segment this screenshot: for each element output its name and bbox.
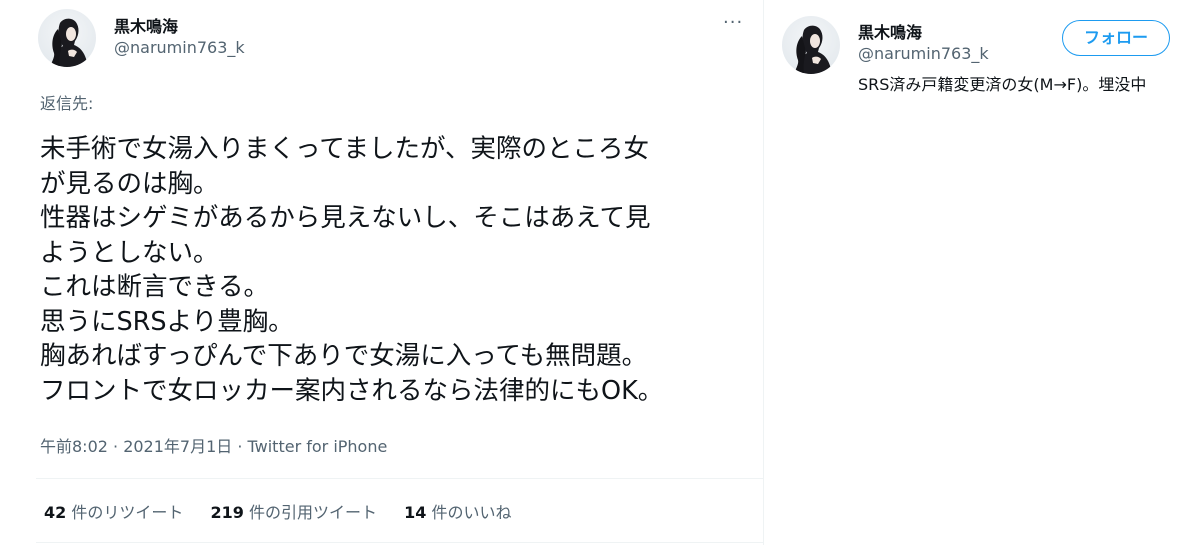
profile-card: 黒木鳴海 @narumin763_k フォロー SRS済み戸籍変更済の女(M→F… (764, 0, 1190, 130)
likes-count: 14 (404, 503, 427, 522)
profile-bio: SRS済み戸籍変更済の女(M→F)。埋没中 (858, 75, 1147, 94)
author-name[interactable]: 黒木鳴海 (114, 13, 178, 37)
profile-name[interactable]: 黒木鳴海 (858, 19, 922, 43)
tweet-text-line: 未手術で女湯入りまくってましたが、実際のところ女 (40, 134, 649, 164)
follow-button[interactable]: フォロー (1062, 20, 1170, 56)
retweets-stat[interactable]: 42 件のリツイート (44, 503, 183, 522)
replying-to-label: 返信先: (40, 94, 94, 113)
tweet-text-line: 性器はシゲミがあるから見えないし、そこはあえて見 (40, 203, 651, 233)
profile-avatar[interactable] (782, 16, 840, 74)
tweet-text-line: これは断言できる。 (40, 272, 269, 302)
likes-label: 件のいいね (431, 503, 512, 522)
author-handle[interactable]: @narumin763_k (114, 38, 245, 57)
retweets-count: 42 (44, 503, 67, 522)
tweet-stats: 42 件のリツイート 219 件の引用ツイート 14 件のいいね (44, 499, 533, 523)
quote-tweets-label: 件の引用ツイート (248, 503, 377, 522)
divider (36, 542, 763, 543)
divider (36, 478, 763, 479)
avatar-photo-icon (50, 18, 88, 67)
tweet-timestamp[interactable]: 午前8:02 · 2021年7月1日 · Twitter for iPhone (40, 433, 387, 457)
more-horizontal-icon[interactable]: ··· (723, 12, 743, 33)
tweet-text: 未手術で女湯入りまくってましたが、実際のところ女 が見るのは胸。 性器はシゲミが… (40, 132, 740, 408)
quote-tweets-count: 219 (210, 503, 244, 522)
tweet-detail: 黒木鳴海 @narumin763_k ··· 返信先: 未手術で女湯入りまくって… (18, 0, 764, 545)
tweet-text-line: 胸あればすっぴんで下ありで女湯に入っても無問題。 (40, 341, 648, 371)
avatar-photo-icon (794, 25, 832, 74)
tweet-text-line: 思うにSRSより豊胸。 (40, 306, 294, 337)
tweet-text-line: ようとしない。 (40, 237, 219, 268)
quote-tweets-stat[interactable]: 219 件の引用ツイート (210, 503, 377, 522)
avatar[interactable] (38, 9, 96, 67)
retweets-label: 件のリツイート (71, 503, 184, 522)
tweet-text-line: フロントで女ロッカー案内されるなら法律的にもOK。 (40, 375, 664, 406)
profile-handle[interactable]: @narumin763_k (858, 44, 989, 63)
likes-stat[interactable]: 14 件のいいね (404, 503, 511, 522)
tweet-text-line: が見るのは胸。 (40, 168, 219, 199)
